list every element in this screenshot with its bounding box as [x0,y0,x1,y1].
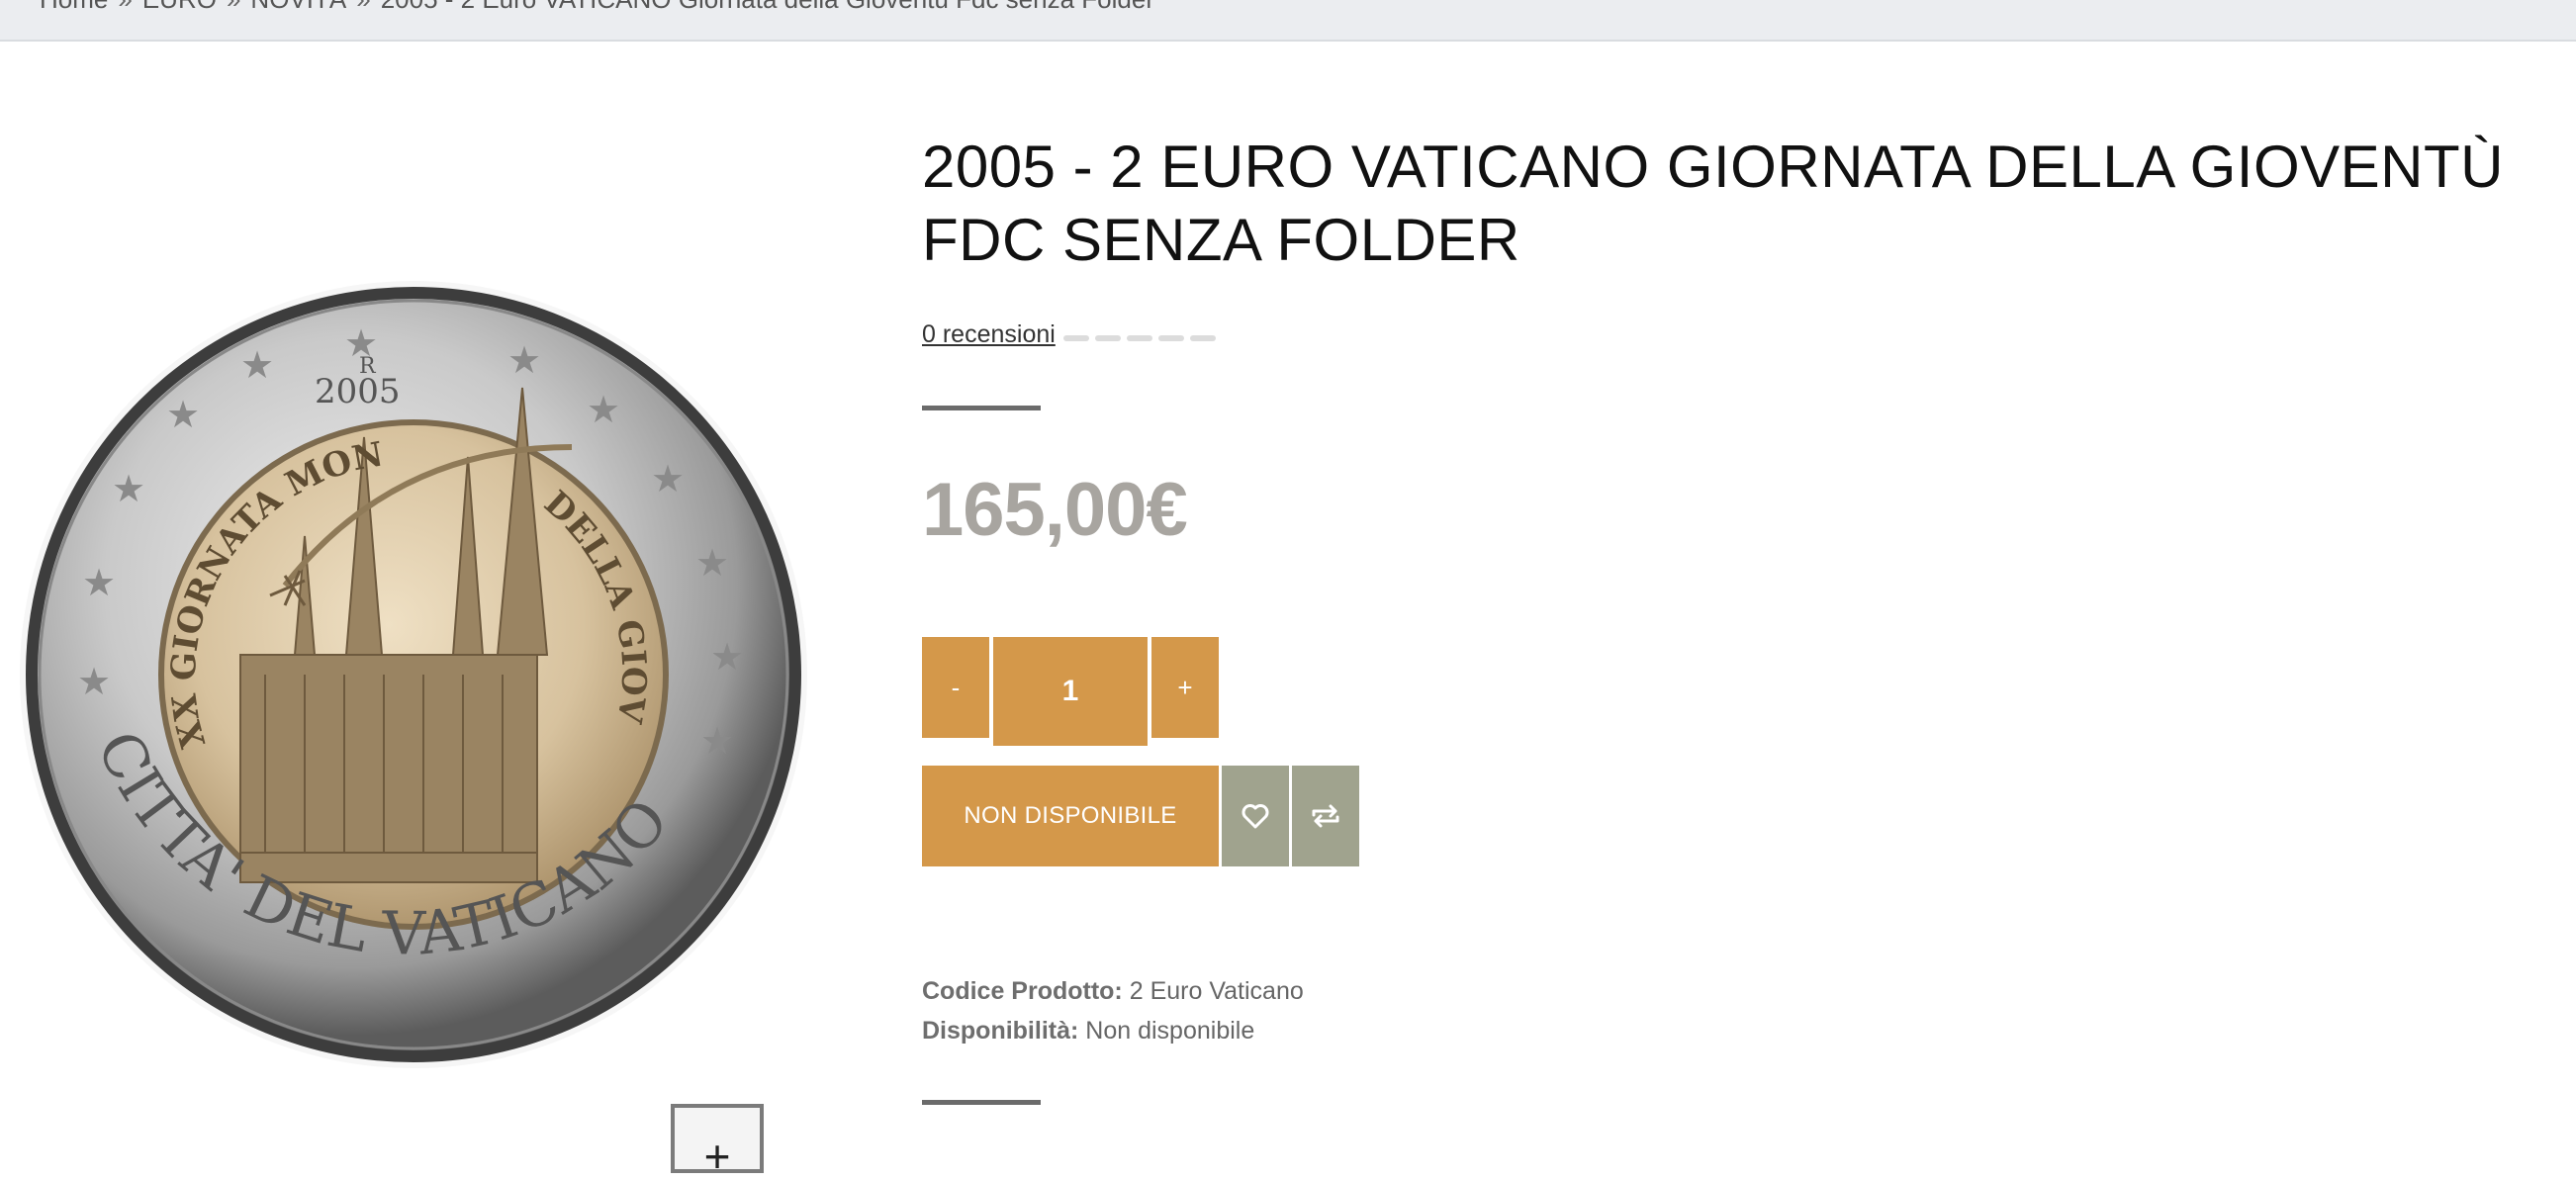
svg-text:★: ★ [651,457,685,500]
zoom-button[interactable]: + [671,1104,764,1179]
svg-text:★: ★ [77,660,111,703]
svg-text:★: ★ [166,393,200,436]
availability-value: Non disponibile [1085,1017,1255,1045]
svg-text:★: ★ [695,541,729,585]
rating-star [1062,334,1089,341]
add-to-cart-button[interactable]: NON DISPONIBILE [922,766,1219,866]
breadcrumb-separator: » [356,0,370,14]
breadcrumb: Home » EURO » NOVITÀ » 2005 - 2 Euro VATICANO … [40,0,1154,15]
product-code-value: 2 Euro Vaticano [1129,977,1304,1005]
compare-arrows-icon [1312,804,1339,828]
svg-text:★: ★ [587,388,620,431]
breadcrumb-separator: » [118,0,132,14]
quantity-stepper: - + [922,637,1219,746]
product-image-column: ★ ★ ★ ★ ★ ★ ★ ★ ★ ★ ★ ★ R 2005 XX GIORNA… [0,42,821,1179]
reviews-row: 0 recensioni [922,320,1222,349]
product-image[interactable]: ★ ★ ★ ★ ★ ★ ★ ★ ★ ★ ★ ★ R 2005 XX GIORNA… [2,247,809,1070]
product-code-row: Codice Prodotto: 2 Euro Vaticano [922,971,1304,1011]
rating-star [1126,334,1152,341]
svg-text:★: ★ [507,338,541,382]
breadcrumb-bar: Home » EURO » NOVITÀ » 2005 - 2 Euro VATICANO … [0,0,2576,42]
product-code-label: Codice Prodotto: [922,977,1123,1005]
svg-text:★: ★ [710,635,744,679]
product-title: 2005 - 2 EURO VATICANO GIORNATA DELLA GI… [922,134,2504,273]
product-details: Codice Prodotto: 2 Euro Vaticano Disponi… [922,971,1304,1050]
quantity-decrease-button[interactable]: - [922,637,989,738]
svg-text:★: ★ [240,343,274,387]
quantity-increase-button[interactable]: + [1151,637,1219,738]
divider [922,406,1041,410]
breadcrumb-novita[interactable]: NOVITÀ [250,0,346,14]
reviews-link[interactable]: 0 recensioni [922,320,1056,349]
quantity-input[interactable] [993,637,1148,746]
coin-image: ★ ★ ★ ★ ★ ★ ★ ★ ★ ★ ★ ★ R 2005 XX GIORNA… [2,247,807,1068]
breadcrumb-euro[interactable]: EURO [142,0,217,14]
rating-stars [1062,334,1222,341]
availability-row: Disponibilità: Non disponibile [922,1011,1304,1050]
svg-text:★: ★ [700,719,734,763]
rating-star [1189,334,1216,341]
breadcrumb-separator: » [227,0,240,14]
breadcrumb-home[interactable]: Home [40,0,108,14]
compare-button[interactable] [1292,766,1359,866]
wishlist-button[interactable] [1222,766,1289,866]
divider [922,1100,1041,1105]
rating-star [1094,334,1121,341]
rating-star [1157,334,1184,341]
svg-text:★: ★ [112,467,145,510]
svg-text:★: ★ [82,561,116,604]
heart-icon [1242,804,1269,829]
svg-text:2005: 2005 [315,372,401,411]
product-price: 165,00€ [922,468,1188,552]
product-actions: NON DISPONIBILE [922,766,1359,866]
breadcrumb-current[interactable]: 2005 - 2 Euro VATICANO Giornata della Gi… [381,0,1154,14]
availability-label: Disponibilità: [922,1017,1079,1045]
